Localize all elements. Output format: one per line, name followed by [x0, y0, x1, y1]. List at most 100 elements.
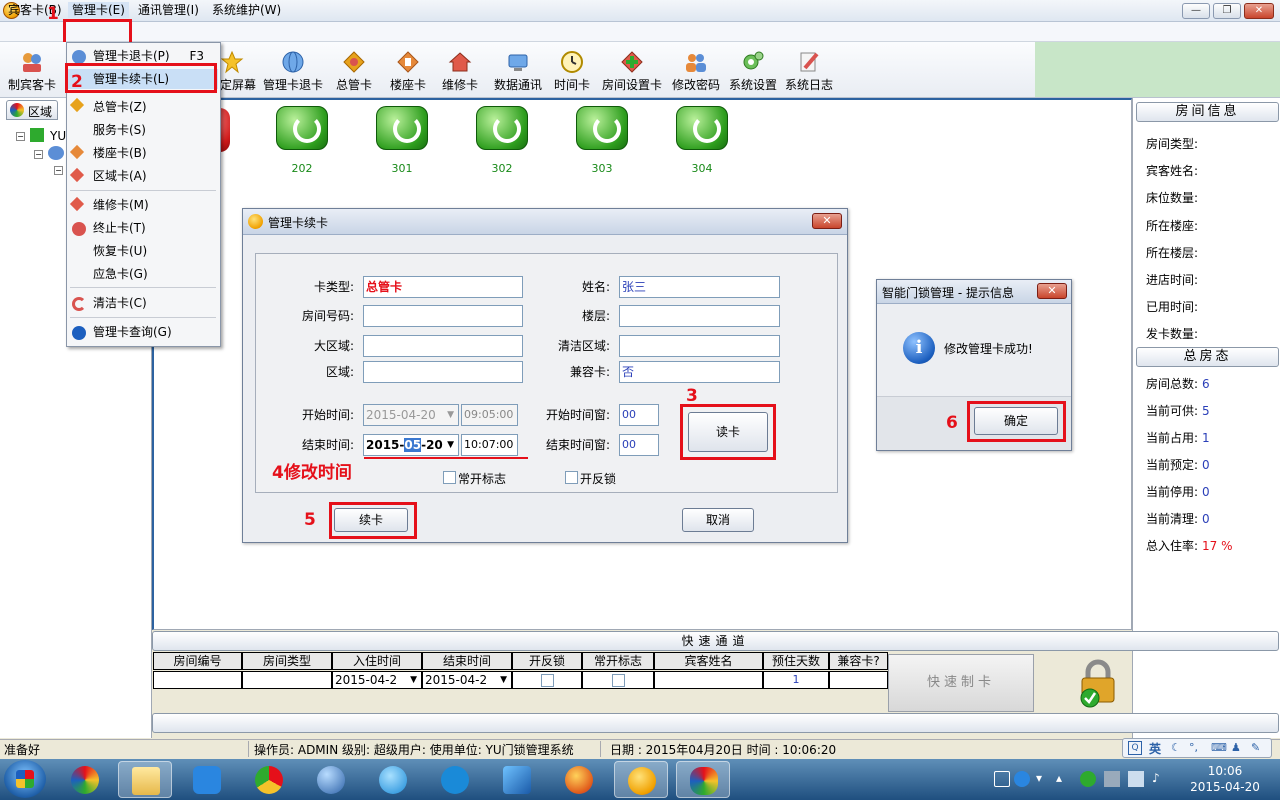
menu-item-manage-card-query[interactable]: 管理卡查询(G) [68, 322, 218, 342]
quick-anti-lock-checkbox[interactable] [540, 674, 554, 687]
toolbar-room-setting-card[interactable]: 房间设置卡 [600, 48, 664, 96]
start-button[interactable] [4, 760, 46, 798]
end-time-field[interactable]: 10:07:00 [461, 434, 518, 456]
quick-make-card-button[interactable]: 快速制卡 [888, 654, 1034, 712]
tab-area[interactable]: 区域 [6, 100, 58, 120]
taskbar-clock[interactable]: 10:06 2015-04-20 [1180, 763, 1270, 797]
menu-item-master-card[interactable]: 总管卡(Z) [68, 97, 218, 117]
menu-manage-card[interactable]: 管理卡(E) [68, 2, 129, 18]
tray-arrow-icon[interactable]: ▾ [1036, 771, 1052, 787]
clock-icon [561, 51, 583, 73]
area-field[interactable] [363, 361, 523, 383]
tray-network-icon[interactable] [1128, 771, 1144, 787]
name-field[interactable]: 张三 [619, 276, 780, 298]
taskbar-app-baidu[interactable] [180, 761, 234, 798]
dialog-close-button[interactable]: ✕ [812, 213, 842, 229]
quick-always-open-checkbox[interactable] [611, 674, 625, 687]
ime-toolbar[interactable]: Q 英 ☾ °, ⌨ ♟ ✎ [1122, 738, 1272, 758]
taskbar-app-explorer[interactable] [118, 761, 172, 798]
end-date-picker[interactable]: 2015-05-20 ▼ [363, 434, 459, 456]
menu-item-terminate-card[interactable]: 终止卡(T) [68, 218, 218, 238]
quick-days-input[interactable]: 1 [763, 671, 829, 689]
message-box-close-button[interactable]: ✕ [1037, 283, 1067, 299]
room-number-field[interactable] [363, 305, 523, 327]
start-time-field[interactable]: 09:05:00 [461, 404, 518, 426]
end-window-field[interactable]: 00 [619, 434, 659, 456]
tree-expander[interactable]: − [34, 150, 43, 159]
quick-anti-lock-cell [512, 671, 582, 689]
quick-compat-input[interactable] [829, 671, 888, 689]
tree-expander[interactable]: − [16, 132, 25, 141]
room-tile[interactable]: 303 [574, 104, 630, 175]
column-header: 房间类型 [242, 652, 332, 670]
always-open-checkbox[interactable] [443, 471, 456, 484]
quick-guest-name-input[interactable] [654, 671, 763, 689]
taskbar-app-globe[interactable] [304, 761, 358, 798]
maximize-button[interactable]: ❐ [1213, 3, 1241, 19]
big-area-field[interactable] [363, 335, 523, 357]
menu-item-building-card[interactable]: 楼座卡(B) [68, 143, 218, 163]
menu-item-emergency-card[interactable]: 应急卡(G) [68, 264, 218, 284]
close-button[interactable]: ✕ [1244, 3, 1274, 19]
compat-card-field[interactable]: 否 [619, 361, 780, 383]
card-type-field[interactable]: 总管卡 [363, 276, 523, 298]
menu-system[interactable]: 系统维护(W) [208, 2, 285, 18]
quick-room-number-input[interactable] [153, 671, 242, 689]
taskbar-app-firefox[interactable] [552, 761, 606, 798]
step-number-5: 5 [304, 510, 316, 530]
taskbar-app-cloud[interactable] [428, 761, 482, 798]
toolbar-maintenance-card[interactable]: 维修卡 [440, 48, 480, 96]
taskbar-app-bird[interactable] [490, 761, 544, 798]
minimize-button[interactable]: — [1182, 3, 1210, 19]
tray-flag-icon[interactable] [1104, 771, 1120, 787]
tray-security-icon[interactable] [1080, 771, 1096, 787]
room-tile[interactable]: 202 [274, 104, 330, 175]
taskbar-app-clover[interactable] [58, 761, 112, 798]
cancel-button[interactable]: 取消 [682, 508, 754, 532]
anti-lock-checkbox[interactable] [565, 471, 578, 484]
menu-item-restore-card[interactable]: 恢复卡(U) [68, 241, 218, 261]
quick-checkout-picker[interactable]: 2015-04-2 ▼ [422, 671, 512, 689]
taskbar-app-paint[interactable] [676, 761, 730, 798]
quick-checkin-picker[interactable]: 2015-04-2 ▼ [332, 671, 422, 689]
anti-lock-label: 开反锁 [580, 472, 617, 486]
menu-item-area-card[interactable]: 区域卡(A) [68, 166, 218, 186]
taskbar-app-qq[interactable] [366, 761, 420, 798]
room-tile[interactable]: 302 [474, 104, 530, 175]
step-number-3: 3 [686, 386, 698, 406]
status-ready: 准备好 [4, 743, 41, 757]
floor-field[interactable] [619, 305, 780, 327]
taskbar-app-door-lock[interactable] [614, 761, 668, 798]
toolbar-master-card[interactable]: 总管卡 [334, 48, 374, 96]
start-window-field[interactable]: 00 [619, 404, 659, 426]
folder-icon [132, 767, 160, 795]
quick-room-type-input[interactable] [242, 671, 332, 689]
tray-q-icon[interactable] [994, 771, 1010, 787]
start-date-picker[interactable]: 2015-04-20 ▼ [363, 404, 459, 426]
toolbar-data-communication[interactable]: 数据通讯 [490, 48, 546, 96]
toolbar-system-settings[interactable]: 系统设置 [728, 48, 778, 96]
clean-area-field[interactable] [619, 335, 780, 357]
room-tile[interactable]: 301 [374, 104, 430, 175]
taskbar-app-chrome[interactable] [242, 761, 296, 798]
toolbar-change-password[interactable]: 修改密码 [670, 48, 722, 96]
tree-expander[interactable]: − [54, 166, 63, 175]
room-tile[interactable]: 304 [674, 104, 730, 175]
toolbar-time-card[interactable]: 时间卡 [552, 48, 592, 96]
status-datetime: 日期 : 2015年04月20日 时间 : 10:06:20 [610, 743, 837, 757]
menu-item-maintenance-card[interactable]: 维修卡(M) [68, 195, 218, 215]
tree-root-label[interactable]: YU [50, 129, 66, 143]
menu-item-clean-card[interactable]: 清洁卡(C) [68, 293, 218, 313]
door-lock-app-icon [628, 767, 656, 795]
tray-help-icon[interactable] [1014, 771, 1030, 787]
menu-communication[interactable]: 通讯管理(I) [134, 2, 203, 18]
always-open-label: 常开标志 [458, 472, 507, 486]
toolbar-building-card[interactable]: 楼座卡 [388, 48, 428, 96]
menu-item-service-card[interactable]: 服务卡(S) [68, 120, 218, 140]
toolbar-make-guest-card[interactable]: 制宾客卡 [6, 48, 58, 96]
room-available-icon [376, 106, 428, 150]
toolbar-system-log[interactable]: 系统日志 [784, 48, 834, 96]
tray-volume-icon[interactable]: ♪ [1152, 771, 1168, 787]
tray-expand-icon[interactable]: ▴ [1056, 771, 1072, 787]
toolbar-manage-card-return[interactable]: 管理卡退卡 [262, 48, 324, 96]
